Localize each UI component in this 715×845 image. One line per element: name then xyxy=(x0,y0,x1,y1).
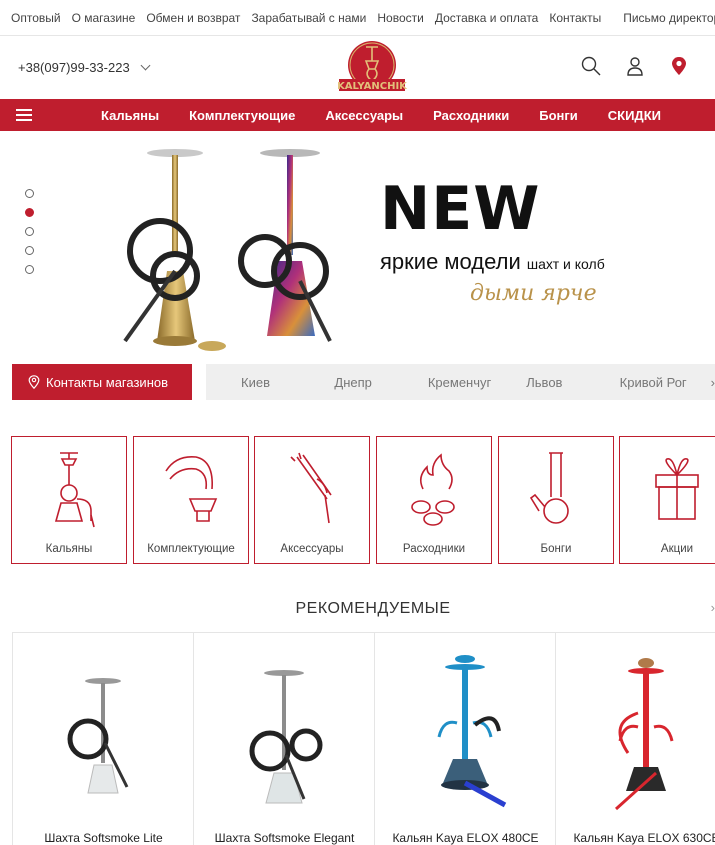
product-image xyxy=(614,658,674,811)
product-image xyxy=(249,670,323,804)
category-label: Бонги xyxy=(540,543,572,555)
site-header: +38(097)99-33-223 KALYANCHIK xyxy=(0,36,715,99)
product-carousel: Шахта Softsmoke Lite Шахта Softsmoke Ele… xyxy=(12,632,715,845)
store-contacts-label: Контакты магазинов xyxy=(46,374,169,390)
hero-slider[interactable]: NEW яркие модели шахт и колб дыми ярче xyxy=(0,131,715,361)
topnav-link-director[interactable]: Письмо директору xyxy=(623,11,715,25)
bong-icon xyxy=(529,452,569,524)
category-label: Аксессуары xyxy=(280,543,344,555)
hero-title: NEW xyxy=(380,174,541,244)
category-label: Расходники xyxy=(402,543,466,555)
top-nav: Оптовый О магазине Обмен и возврат Зараб… xyxy=(0,0,715,36)
category-tile-hookahs[interactable]: Кальяны xyxy=(11,436,127,564)
topnav-link-returns[interactable]: Обмен и возврат xyxy=(146,11,240,25)
nav-accessories[interactable]: Аксессуары xyxy=(325,108,403,123)
topnav-link-about[interactable]: О магазине xyxy=(72,11,136,25)
slider-dot[interactable] xyxy=(25,265,34,274)
category-tile-bongs[interactable]: Бонги xyxy=(498,436,614,564)
product-name[interactable]: Кальян Kaya ELOX 630CE xyxy=(556,831,715,845)
topnav-link-wholesale[interactable]: Оптовый xyxy=(11,11,61,25)
hero-subtitle-main: яркие модели xyxy=(380,249,521,274)
tongs-icon xyxy=(290,452,332,524)
product-image xyxy=(67,678,129,794)
header-icons xyxy=(581,56,689,76)
nav-parts[interactable]: Комплектующие xyxy=(189,108,295,123)
topnav-link-delivery[interactable]: Доставка и оплата xyxy=(435,11,539,25)
slider-dot[interactable] xyxy=(25,189,34,198)
user-icon[interactable] xyxy=(625,56,645,76)
nav-bongs[interactable]: Бонги xyxy=(539,108,578,123)
logo-text: KALYANCHIK xyxy=(337,81,408,92)
main-nav: Кальяны Комплектующие Аксессуары Расходн… xyxy=(0,99,715,131)
city-tab-kryvyi-rih[interactable]: Кривой Рог xyxy=(620,375,687,390)
product-name[interactable]: Кальян Kaya ELOX 480CE xyxy=(375,831,556,845)
city-tab-kyiv[interactable]: Киев xyxy=(241,375,299,390)
city-tab-dnipro[interactable]: Днепр xyxy=(334,375,392,390)
hero-slogan: дыми ярче xyxy=(470,281,597,306)
chevron-down-icon xyxy=(140,60,151,71)
product-image xyxy=(437,655,507,808)
category-label: Кальяны xyxy=(45,543,93,555)
site-logo[interactable]: KALYANCHIK xyxy=(336,39,408,95)
hookah-icon xyxy=(54,452,95,528)
topnav-link-earn[interactable]: Зарабатывай с нами xyxy=(251,11,366,25)
phone-selector[interactable]: +38(097)99-33-223 xyxy=(18,60,151,75)
nav-hookahs[interactable]: Кальяны xyxy=(101,108,159,123)
hero-subtitle: яркие модели шахт и колб xyxy=(380,249,605,275)
product-card[interactable]: Кальян Kaya ELOX 480CE xyxy=(374,633,555,845)
category-tile-parts[interactable]: Комплектующие xyxy=(133,436,249,564)
category-tile-consumables[interactable]: Расходники xyxy=(376,436,492,564)
slider-dot[interactable] xyxy=(25,227,34,236)
search-icon[interactable] xyxy=(581,56,601,76)
category-label: Комплектующие xyxy=(147,543,235,555)
product-name[interactable]: Шахта Softsmoke Elegant xyxy=(194,831,375,845)
topnav-link-news[interactable]: Новости xyxy=(377,11,423,25)
slider-dot-active[interactable] xyxy=(25,208,34,217)
nav-sale[interactable]: СКИДКИ xyxy=(608,108,661,123)
city-tabs: Киев Днепр Кременчуг Львов Кривой Рог › xyxy=(206,364,715,400)
product-card[interactable]: Кальян Kaya ELOX 630CE xyxy=(555,633,715,845)
nav-consumables[interactable]: Расходники xyxy=(433,108,509,123)
hero-subtitle-small: шахт и колб xyxy=(526,256,605,272)
coals-icon xyxy=(411,453,455,526)
bowl-icon xyxy=(165,455,218,522)
store-contacts-button[interactable]: Контакты магазинов xyxy=(12,364,192,400)
topnav-link-contacts[interactable]: Контакты xyxy=(549,11,601,25)
category-tiles: Кальяны Комплектующие Аксессуары Расходн… xyxy=(11,436,715,564)
category-tile-promos[interactable]: Акции xyxy=(619,436,715,564)
carousel-next-icon[interactable]: › xyxy=(711,600,715,615)
category-tile-accessories[interactable]: Аксессуары xyxy=(254,436,370,564)
city-tab-lviv[interactable]: Львов xyxy=(526,375,584,390)
menu-icon[interactable] xyxy=(16,109,32,121)
product-card[interactable]: Шахта Softsmoke Lite xyxy=(12,633,193,845)
city-tab-kremenchuk[interactable]: Кременчуг xyxy=(428,375,491,390)
gift-icon xyxy=(655,458,699,520)
product-card[interactable]: Шахта Softsmoke Elegant xyxy=(193,633,374,845)
phone-number: +38(097)99-33-223 xyxy=(18,60,130,75)
recommended-title: РЕКОМЕНДУЕМЫЕ xyxy=(295,600,451,617)
city-tabs-next-icon[interactable]: › xyxy=(711,375,715,390)
slider-dots xyxy=(25,189,34,274)
category-label: Акции xyxy=(660,543,694,555)
hero-hookahs-image xyxy=(123,149,332,351)
stores-bar: Контакты магазинов Киев Днепр Кременчуг … xyxy=(12,364,715,400)
location-pin-icon[interactable] xyxy=(669,56,689,76)
slider-dot[interactable] xyxy=(25,246,34,255)
location-pin-icon xyxy=(28,375,40,390)
product-name[interactable]: Шахта Softsmoke Lite xyxy=(13,831,194,845)
